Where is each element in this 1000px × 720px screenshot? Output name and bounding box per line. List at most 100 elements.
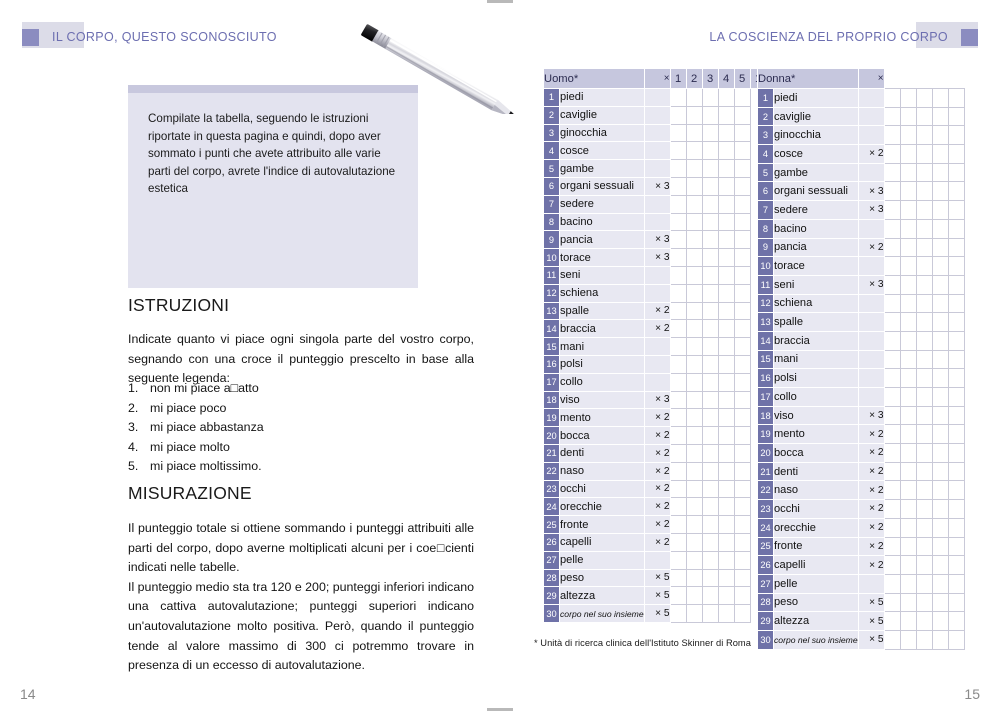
score-checkbox-cell-3[interactable] <box>701 159 719 178</box>
score-checkbox-cell-3[interactable] <box>701 248 719 267</box>
score-checkbox-cell-4[interactable] <box>931 144 949 164</box>
score-checkbox-cell-4[interactable] <box>717 372 735 392</box>
score-checkbox-cell-1[interactable] <box>883 144 901 164</box>
score-checkbox-cell-1[interactable] <box>669 568 687 588</box>
score-checkbox-cell-5[interactable] <box>733 390 751 410</box>
score-checkbox-cell-4[interactable] <box>717 194 735 214</box>
score-checkbox-cell-4[interactable] <box>931 200 949 220</box>
score-checkbox-cell-1[interactable] <box>883 125 901 146</box>
score-checkbox-cell-4[interactable] <box>717 568 735 588</box>
score-checkbox-cell-3[interactable] <box>701 390 719 410</box>
score-checkbox-cell-4[interactable] <box>717 497 735 517</box>
score-checkbox-cell-5[interactable] <box>733 301 751 321</box>
score-checkbox-cell-1[interactable] <box>883 293 901 314</box>
score-checkbox-cell-5[interactable] <box>733 568 751 588</box>
score-checkbox-cell-2[interactable] <box>899 536 917 557</box>
score-checkbox-cell-3[interactable] <box>915 424 933 445</box>
score-checkbox-cell-1[interactable] <box>669 176 687 196</box>
score-checkbox-cell-4[interactable] <box>717 550 735 570</box>
score-checkbox-cell-5[interactable] <box>733 461 751 481</box>
score-checkbox-cell-5[interactable] <box>947 387 965 407</box>
score-checkbox-cell-4[interactable] <box>717 319 735 339</box>
score-checkbox-cell-4[interactable] <box>717 532 735 552</box>
score-checkbox-cell-5[interactable] <box>733 426 751 445</box>
score-checkbox-cell-4[interactable] <box>717 212 735 232</box>
score-checkbox-cell-1[interactable] <box>883 330 901 351</box>
score-checkbox-cell-3[interactable] <box>915 368 933 388</box>
score-checkbox-cell-3[interactable] <box>701 141 719 161</box>
score-checkbox-cell-3[interactable] <box>701 550 719 570</box>
score-checkbox-cell-4[interactable] <box>717 159 735 178</box>
score-checkbox-cell-1[interactable] <box>883 573 901 594</box>
score-checkbox-cell-2[interactable] <box>685 479 703 499</box>
score-checkbox-cell-2[interactable] <box>899 443 917 463</box>
score-checkbox-cell-5[interactable] <box>947 461 965 482</box>
score-checkbox-cell-4[interactable] <box>717 283 735 303</box>
score-checkbox-cell-1[interactable] <box>883 424 901 445</box>
score-checkbox-cell-4[interactable] <box>717 443 735 463</box>
score-checkbox-cell-1[interactable] <box>883 237 901 258</box>
score-checkbox-cell-5[interactable] <box>947 256 965 276</box>
score-checkbox-cell-4[interactable] <box>717 141 735 161</box>
score-checkbox-cell-2[interactable] <box>685 532 703 552</box>
score-checkbox-cell-2[interactable] <box>685 550 703 570</box>
score-checkbox-cell-4[interactable] <box>931 256 949 276</box>
score-checkbox-cell-1[interactable] <box>883 181 901 202</box>
score-checkbox-cell-4[interactable] <box>717 230 735 250</box>
score-checkbox-cell-4[interactable] <box>931 424 949 445</box>
score-checkbox-cell-2[interactable] <box>685 141 703 161</box>
score-checkbox-cell-5[interactable] <box>947 200 965 220</box>
score-checkbox-cell-2[interactable] <box>899 312 917 332</box>
score-checkbox-cell-3[interactable] <box>915 88 933 108</box>
score-checkbox-cell-3[interactable] <box>915 536 933 557</box>
score-checkbox-cell-2[interactable] <box>899 480 917 501</box>
score-checkbox-cell-2[interactable] <box>685 461 703 481</box>
score-checkbox-cell-1[interactable] <box>669 248 687 267</box>
score-checkbox-cell-1[interactable] <box>883 368 901 388</box>
score-checkbox-cell-4[interactable] <box>931 349 949 370</box>
score-checkbox-cell-4[interactable] <box>931 387 949 407</box>
score-checkbox-cell-3[interactable] <box>701 479 719 499</box>
score-checkbox-cell-5[interactable] <box>947 274 965 295</box>
score-checkbox-cell-2[interactable] <box>685 301 703 321</box>
score-checkbox-cell-4[interactable] <box>931 555 949 575</box>
score-checkbox-cell-4[interactable] <box>717 461 735 481</box>
score-checkbox-cell-5[interactable] <box>733 408 751 428</box>
score-checkbox-cell-3[interactable] <box>915 106 933 127</box>
score-checkbox-cell-2[interactable] <box>899 573 917 594</box>
score-checkbox-cell-2[interactable] <box>899 256 917 276</box>
score-checkbox-cell-3[interactable] <box>701 497 719 517</box>
score-checkbox-cell-1[interactable] <box>883 256 901 276</box>
score-checkbox-cell-2[interactable] <box>899 405 917 426</box>
score-checkbox-cell-3[interactable] <box>701 283 719 303</box>
score-checkbox-cell-2[interactable] <box>899 88 917 108</box>
score-checkbox-cell-1[interactable] <box>883 461 901 482</box>
score-checkbox-cell-4[interactable] <box>717 88 735 107</box>
score-checkbox-cell-5[interactable] <box>947 125 965 146</box>
score-checkbox-cell-2[interactable] <box>685 230 703 250</box>
score-checkbox-cell-1[interactable] <box>669 443 687 463</box>
score-checkbox-cell-5[interactable] <box>733 283 751 303</box>
score-checkbox-cell-3[interactable] <box>915 144 933 164</box>
score-checkbox-cell-4[interactable] <box>931 611 949 631</box>
score-checkbox-cell-3[interactable] <box>915 274 933 295</box>
score-checkbox-cell-5[interactable] <box>733 532 751 552</box>
score-checkbox-cell-5[interactable] <box>947 424 965 445</box>
score-checkbox-cell-3[interactable] <box>701 372 719 392</box>
score-checkbox-cell-2[interactable] <box>685 319 703 339</box>
score-checkbox-cell-2[interactable] <box>899 555 917 575</box>
score-checkbox-cell-4[interactable] <box>717 604 735 623</box>
score-checkbox-cell-4[interactable] <box>717 248 735 267</box>
score-checkbox-cell-3[interactable] <box>915 312 933 332</box>
score-checkbox-cell-3[interactable] <box>915 443 933 463</box>
score-checkbox-cell-4[interactable] <box>931 405 949 426</box>
score-checkbox-cell-4[interactable] <box>717 301 735 321</box>
score-checkbox-cell-5[interactable] <box>733 88 751 107</box>
score-checkbox-cell-4[interactable] <box>717 176 735 196</box>
score-checkbox-cell-1[interactable] <box>669 532 687 552</box>
score-checkbox-cell-3[interactable] <box>915 629 933 650</box>
score-checkbox-cell-1[interactable] <box>883 218 901 239</box>
score-checkbox-cell-2[interactable] <box>899 592 917 613</box>
score-checkbox-cell-2[interactable] <box>685 408 703 428</box>
score-checkbox-cell-2[interactable] <box>685 372 703 392</box>
